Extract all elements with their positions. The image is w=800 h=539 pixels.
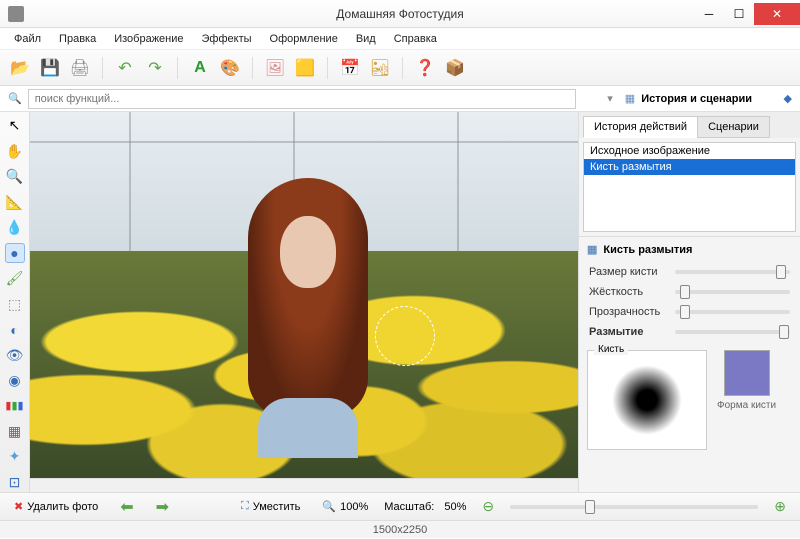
size-label: Размер кисти — [589, 266, 667, 278]
history-item[interactable]: Кисть размытия — [584, 159, 795, 175]
eyedropper-tool[interactable]: 💧 — [5, 218, 25, 237]
zoom-in-button[interactable]: ⊕ — [768, 496, 792, 517]
tool-header: Кисть размытия — [603, 244, 692, 256]
menu-view[interactable]: Вид — [348, 31, 384, 47]
brush-tool[interactable]: 🖌 — [5, 269, 25, 288]
tab-history[interactable]: История действий — [583, 116, 698, 138]
menu-image[interactable]: Изображение — [106, 31, 191, 47]
open-icon[interactable]: 📂 — [8, 56, 32, 80]
dimensions-bar: 1500x2250 — [0, 520, 800, 538]
fit-button[interactable]: ⛶ Уместить — [235, 498, 306, 515]
text-icon[interactable]: A — [188, 56, 212, 80]
next-button[interactable]: ➡ — [150, 495, 175, 519]
sponge-tool[interactable]: ◉ — [5, 371, 25, 390]
canvas[interactable] — [30, 112, 578, 478]
size-slider[interactable] — [675, 270, 790, 274]
eraser-tool[interactable]: ⬚ — [5, 294, 25, 313]
panel-title: История и сценарии — [641, 93, 752, 105]
tab-scenarios[interactable]: Сценарии — [697, 116, 770, 138]
search-input[interactable] — [28, 89, 576, 109]
collage-icon[interactable]: 🏜 — [368, 56, 392, 80]
menubar: Файл Правка Изображение Эффекты Оформлен… — [0, 28, 800, 50]
redo-icon[interactable]: ↷ — [143, 56, 167, 80]
menu-file[interactable]: Файл — [6, 31, 49, 47]
search-row: 🔍 ▾ ▦ История и сценарии ◆ — [0, 86, 800, 112]
pointer-tool[interactable]: ↖ — [5, 116, 25, 135]
main-toolbar: 📂 💾 🖨 ↶ ↷ A 🎨 🖼 🟨 📅 🏜 ❓ 📦 — [0, 50, 800, 86]
opacity-label: Прозрачность — [589, 306, 667, 318]
undo-icon[interactable]: ↶ — [113, 56, 137, 80]
brush-shape-label: Форма кисти — [717, 400, 776, 411]
titlebar: Домашняя Фотостудия ─ ☐ ✕ — [0, 0, 800, 28]
right-panel: История действий Сценарии Исходное изобр… — [578, 112, 800, 492]
status-bar: ✖ Удалить фото ⬅ ➡ ⛶ Уместить 🔍 100% Мас… — [0, 492, 800, 520]
menu-design[interactable]: Оформление — [262, 31, 346, 47]
blur-slider[interactable] — [675, 330, 790, 334]
brush-preview: Кисть — [587, 350, 707, 450]
insert-image-icon[interactable]: 🖼 — [263, 56, 287, 80]
menu-edit[interactable]: Правка — [51, 31, 104, 47]
burn-tool[interactable]: 👁 — [5, 345, 25, 364]
hardness-slider[interactable] — [675, 290, 790, 294]
hardness-label: Жёсткость — [589, 286, 667, 298]
hand-tool[interactable]: ✋ — [5, 141, 25, 160]
delete-icon: ✖ — [14, 500, 23, 513]
horizontal-scrollbar[interactable] — [30, 478, 578, 492]
history-panel-icon: ▦ — [625, 92, 635, 105]
fit-icon: ⛶ — [241, 500, 249, 513]
opacity-slider[interactable] — [675, 310, 790, 314]
tool-settings-icon: ▦ — [587, 243, 597, 256]
history-list: Исходное изображение Кисть размытия — [583, 142, 796, 232]
brush-shape-button[interactable] — [724, 350, 770, 396]
history-item[interactable]: Исходное изображение — [584, 143, 795, 159]
search-icon: 🔍 — [8, 92, 22, 105]
palette-icon[interactable]: 🎨 — [218, 56, 242, 80]
collapse-icon[interactable]: ◆ — [784, 92, 792, 105]
zoom-100-button[interactable]: 🔍 100% — [316, 498, 374, 515]
photo — [30, 112, 578, 478]
calendar-icon[interactable]: 📅 — [338, 56, 362, 80]
ruler-tool[interactable]: 📐 — [5, 192, 25, 211]
rgb-tool[interactable]: ▮▮▮ — [5, 396, 25, 415]
help-icon[interactable]: ❓ — [413, 56, 437, 80]
zoom-out-button[interactable]: ⊖ — [476, 496, 500, 517]
frame-icon[interactable]: 🟨 — [293, 56, 317, 80]
dropdown-icon[interactable]: ▾ — [607, 92, 613, 105]
brush-cursor — [375, 306, 435, 366]
blur-brush-tool[interactable]: ● — [5, 243, 25, 263]
zoom-tool[interactable]: 🔍 — [5, 167, 25, 186]
dodge-tool[interactable]: ◐ — [5, 320, 25, 339]
blur-label: Размытие — [589, 326, 667, 338]
image-dimensions: 1500x2250 — [373, 524, 427, 536]
left-toolbar: ↖ ✋ 🔍 📐 💧 ● 🖌 ⬚ ◐ 👁 ◉ ▮▮▮ ▦ ✦ ⊡ — [0, 112, 30, 492]
print-icon[interactable]: 🖨 — [68, 56, 92, 80]
prev-button[interactable]: ⬅ — [114, 495, 139, 519]
app-title: Домашняя Фотостудия — [0, 7, 800, 21]
zoom-slider[interactable] — [510, 505, 758, 509]
save-icon[interactable]: 💾 — [38, 56, 62, 80]
menu-effects[interactable]: Эффекты — [194, 31, 260, 47]
delete-photo-button[interactable]: ✖ Удалить фото — [8, 498, 104, 515]
brush-preview-label: Кисть — [594, 344, 628, 355]
layers-tool[interactable]: ▦ — [5, 422, 25, 441]
menu-help[interactable]: Справка — [386, 31, 445, 47]
zoom-icon: 🔍 — [322, 500, 336, 513]
sparkle-tool[interactable]: ✦ — [5, 447, 25, 466]
crop-tool[interactable]: ⊡ — [5, 473, 25, 492]
gift-icon[interactable]: 📦 — [443, 56, 467, 80]
